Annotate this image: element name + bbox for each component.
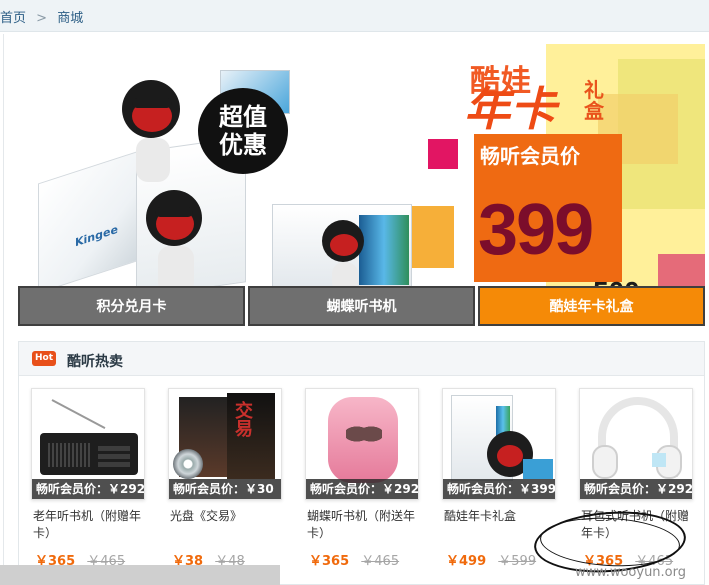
banner-price: 399 xyxy=(478,190,594,270)
product-name-link[interactable]: 蝴蝶听书机（附送年卡） xyxy=(307,508,419,542)
original-price: ￥465 xyxy=(361,554,400,569)
product-card[interactable]: 畅听会员价：￥292 蝴蝶听书机（附送年卡） ￥365 ￥465 xyxy=(305,388,419,578)
mascot-figure-middle xyxy=(146,190,216,300)
banner-decor-pink xyxy=(428,139,458,169)
top-bar: 首页 > 商城 xyxy=(0,0,709,32)
product-name-link[interactable]: 光盘《交易》 xyxy=(170,508,282,525)
earcup-left xyxy=(592,445,618,479)
product-image[interactable]: 畅听会员价：￥292 xyxy=(305,388,419,500)
hot-badge-icon: Hot xyxy=(32,351,56,366)
promo-banner[interactable]: Kingee 超值优惠 酷娃 年卡 礼盒 畅听会员价 399 xyxy=(18,44,705,300)
breadcrumb-home-link[interactable]: 首页 xyxy=(0,11,26,26)
banner-vip-label: 畅听会员价 xyxy=(480,144,580,168)
lcd-screen-art xyxy=(652,453,666,467)
horizontal-scrollbar[interactable] xyxy=(0,565,280,585)
vip-price-label: 畅听会员价：￥292 xyxy=(32,479,144,499)
banner-title-line2: 年卡 xyxy=(464,82,556,136)
banner-tabs: 积分兑月卡 蝴蝶听书机 酷娃年卡礼盒 xyxy=(18,286,705,326)
tab-points-monthly-card[interactable]: 积分兑月卡 xyxy=(18,286,245,326)
vip-price-label: 畅听会员价：￥30 xyxy=(169,479,281,499)
vip-price-label: 畅听会员价：￥399 xyxy=(443,479,555,499)
current-price: ￥499 xyxy=(446,554,487,569)
speech-bubble-text: 超值优惠 xyxy=(219,103,267,159)
banner-title-gift: 礼盒 xyxy=(584,78,604,123)
product-card[interactable]: 交易 畅听会员价：￥30 光盘《交易》 ￥38 ￥48 xyxy=(168,388,282,578)
section-title: 酷听热卖 xyxy=(67,354,123,370)
product-image[interactable]: 畅听会员价：￥292 xyxy=(31,388,145,500)
product-image[interactable]: 畅听会员价：￥292 xyxy=(579,388,693,500)
tab-butterfly-player[interactable]: 蝴蝶听书机 xyxy=(248,286,475,326)
breadcrumb-separator: > xyxy=(36,11,48,26)
product-prices: ￥499 ￥599 xyxy=(446,550,536,569)
disc-icon xyxy=(173,449,203,479)
butterfly-icon xyxy=(346,419,382,449)
vip-price-label: 畅听会员价：￥292 xyxy=(306,479,418,499)
radio-icon xyxy=(40,433,138,475)
mascot-figure-top xyxy=(122,80,192,190)
current-price: ￥365 xyxy=(309,554,350,569)
product-image[interactable]: 畅听会员价：￥399 xyxy=(442,388,556,500)
card-stand-art xyxy=(523,459,553,479)
product-name-link[interactable]: 酷娃年卡礼盒 xyxy=(444,508,556,525)
antenna-art xyxy=(51,399,106,430)
tab-kuwa-gift-box[interactable]: 酷娃年卡礼盒 xyxy=(478,286,705,326)
breadcrumb-current[interactable]: 商城 xyxy=(57,11,83,26)
product-name-link[interactable]: 老年听书机（附赠年卡） xyxy=(33,508,145,542)
page-content: Kingee 超值优惠 酷娃 年卡 礼盒 畅听会员价 399 积分兑月卡 蝴蝶听… xyxy=(3,34,709,585)
watermark-text: www.wooyun.org xyxy=(575,565,687,580)
vip-price-label: 畅听会员价：￥292 xyxy=(580,479,692,499)
section-header: Hot 酷听热卖 xyxy=(19,342,704,376)
product-prices: ￥365 ￥465 xyxy=(309,550,399,569)
breadcrumb: 首页 > 商城 xyxy=(0,7,89,26)
original-price: ￥599 xyxy=(498,554,537,569)
product-image[interactable]: 交易 畅听会员价：￥30 xyxy=(168,388,282,500)
box-brand-label: Kingee xyxy=(75,222,118,250)
dvd-cover-title: 交易 xyxy=(235,401,253,440)
product-card[interactable]: 畅听会员价：￥292 老年听书机（附赠年卡） ￥365 ￥465 xyxy=(31,388,145,578)
